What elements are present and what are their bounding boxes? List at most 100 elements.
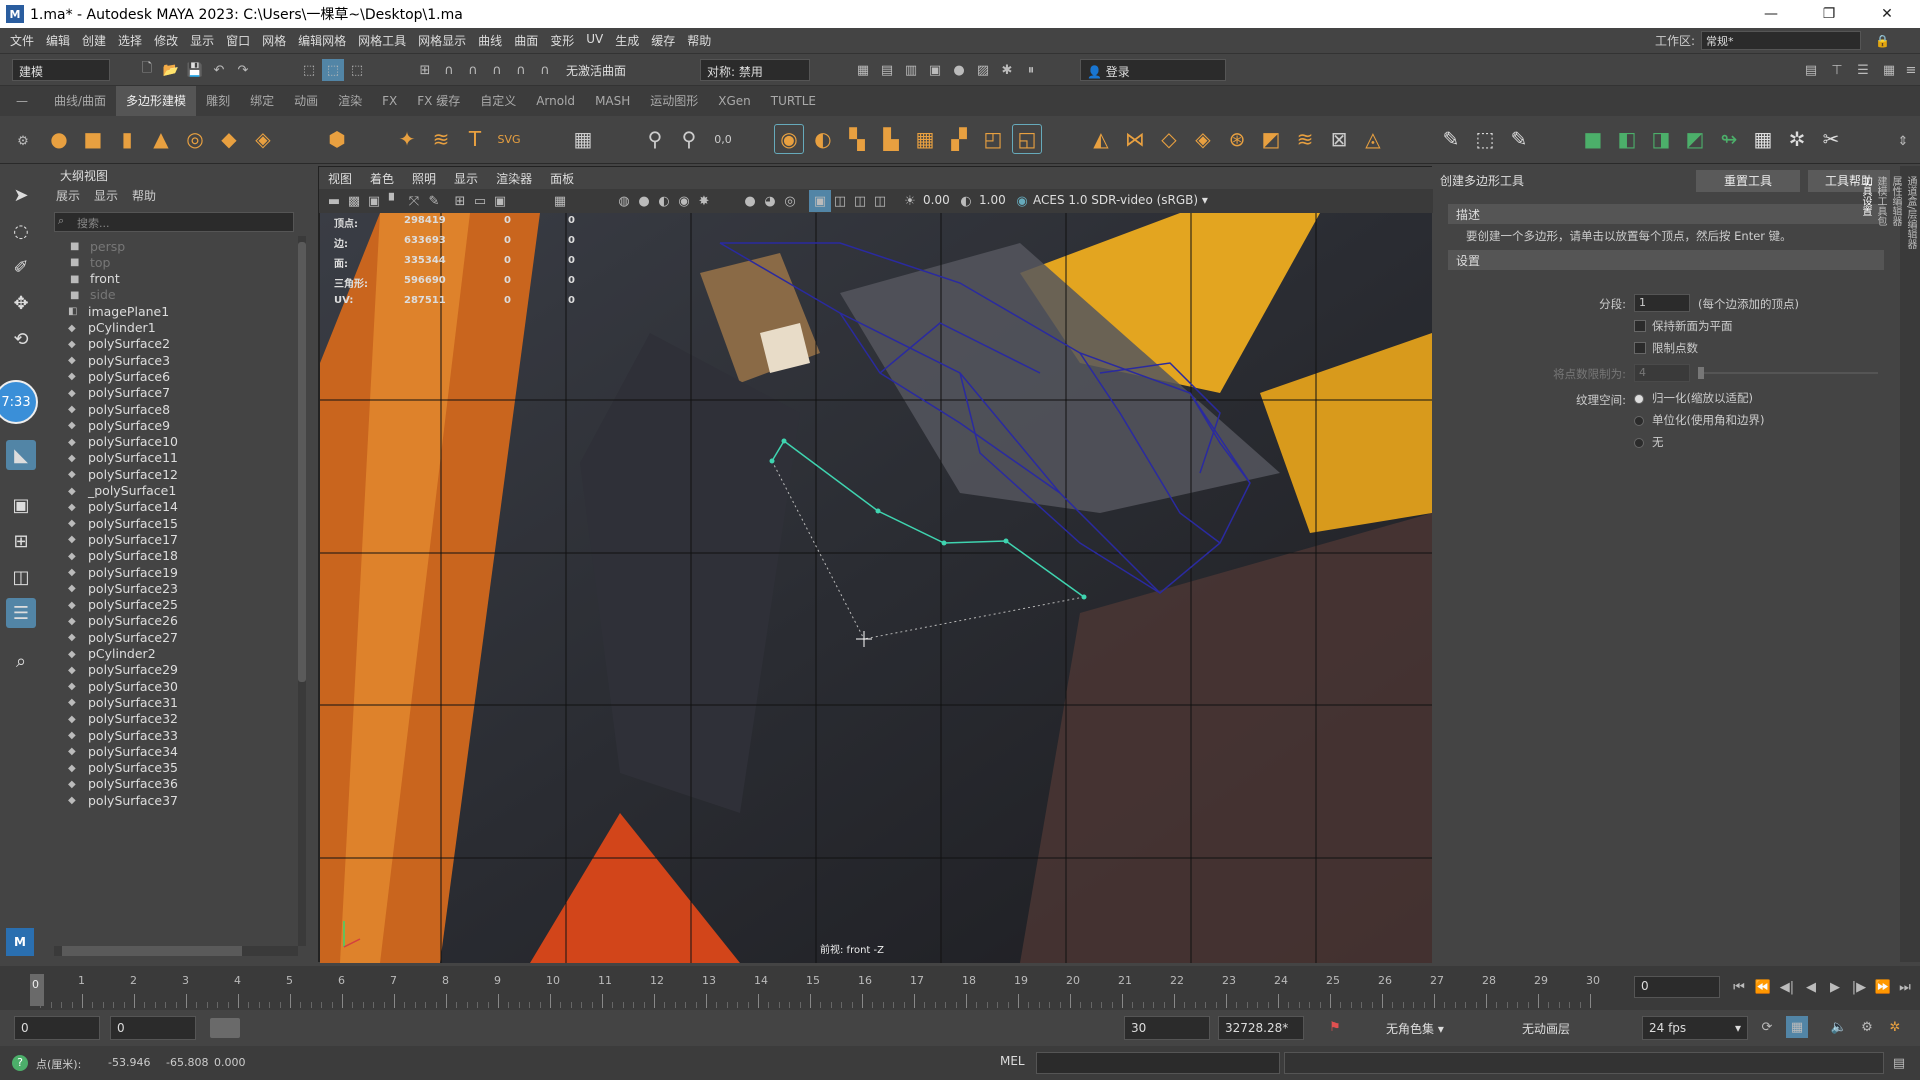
command-input[interactable] xyxy=(1036,1052,1280,1074)
poly-cone-icon[interactable]: ▲ xyxy=(146,124,176,154)
uv-editor-icon[interactable]: ✎ xyxy=(1436,124,1466,154)
poly-helix-icon[interactable]: ≋ xyxy=(426,124,456,154)
outliner-search-input[interactable]: 搜索... xyxy=(54,212,294,232)
shelf-tab[interactable]: 渲染 xyxy=(328,86,372,116)
checker-icon[interactable]: ▦ xyxy=(1748,124,1778,154)
poly-platonic-icon[interactable]: ⬢ xyxy=(322,124,352,154)
shelf-tab[interactable]: 自定义 xyxy=(470,86,526,116)
default-material-icon[interactable]: ◐ xyxy=(653,190,675,212)
snap-point-icon[interactable]: ∩ xyxy=(462,59,484,81)
radio-button[interactable] xyxy=(1634,393,1644,404)
zoom-icon[interactable]: ⌕ xyxy=(6,646,36,676)
extract-icon[interactable]: ◩ xyxy=(1256,124,1286,154)
snap-surface-icon[interactable]: ∩ xyxy=(510,59,532,81)
mirror-icon[interactable]: ⚲ xyxy=(640,124,670,154)
shelf-tab[interactable]: TURTLE xyxy=(761,86,826,116)
outliner-hscrollbar[interactable] xyxy=(54,946,298,956)
four-pane-icon[interactable]: ⊞ xyxy=(6,526,36,556)
save-scene-icon[interactable]: 💾 xyxy=(184,59,206,81)
camera-attr-icon[interactable]: ▩ xyxy=(343,190,365,212)
menu-item[interactable]: 网格显示 xyxy=(412,32,472,49)
separate-icon[interactable]: ≋ xyxy=(1290,124,1320,154)
auto-uv-icon[interactable]: ✎ xyxy=(1504,124,1534,154)
render-settings-icon[interactable]: ▦ xyxy=(852,59,874,81)
menu-item[interactable]: 文件 xyxy=(4,32,40,49)
bridge-icon[interactable]: ▦ xyxy=(910,124,940,154)
live-surface-field[interactable]: 无激活曲面 xyxy=(560,59,660,81)
two-pane-icon[interactable]: ◫ xyxy=(6,562,36,592)
menu-item[interactable]: UV xyxy=(580,32,609,49)
image-plane-icon[interactable]: ▘ xyxy=(383,190,405,212)
restore-icon[interactable]: ❐ xyxy=(1806,0,1852,28)
select-tool-icon[interactable]: ➤ xyxy=(6,180,36,210)
reduce-icon[interactable]: 0,0 xyxy=(708,124,738,154)
single-pane-icon[interactable]: ▣ xyxy=(6,490,36,520)
playback-start-input[interactable]: 0 xyxy=(110,1016,196,1040)
ambient-occlusion-icon[interactable]: ◕ xyxy=(759,190,781,212)
menu-item[interactable]: 曲线 xyxy=(472,32,508,49)
side-tab[interactable]: 通道盒/层编辑器 xyxy=(1903,176,1918,249)
side-tab[interactable]: 工具设置 xyxy=(1858,176,1873,249)
character-set-dropdown[interactable]: 无角色集 ▾ xyxy=(1380,1016,1508,1040)
radio-button[interactable] xyxy=(1634,415,1644,426)
side-tab[interactable]: 属性编辑器 xyxy=(1888,176,1903,249)
play-backward-icon[interactable]: ◀ xyxy=(1800,976,1822,998)
menu-item[interactable]: 选择 xyxy=(112,32,148,49)
render-frame-icon[interactable]: ▤ xyxy=(876,59,898,81)
viewport-menu-item[interactable]: 着色 xyxy=(361,170,403,187)
grease-pencil-icon[interactable]: ✎ xyxy=(423,190,445,212)
ipr-render-icon[interactable]: ▥ xyxy=(900,59,922,81)
menu-item[interactable]: 网格 xyxy=(256,32,292,49)
shelf-tab[interactable]: FX 缓存 xyxy=(407,86,470,116)
uv-shell-icon[interactable]: ✂ xyxy=(1816,124,1846,154)
combine-icon[interactable]: ▦ xyxy=(568,124,598,154)
texture-space-option[interactable]: 归一化(缩放以适配) xyxy=(1634,390,1753,406)
texture-space-option[interactable]: 单位化(使用角和边界) xyxy=(1634,412,1764,428)
grid-toggle-icon[interactable]: ⊞ xyxy=(449,190,471,212)
help-icon[interactable]: ? xyxy=(12,1055,28,1071)
description-header[interactable]: 描述 xyxy=(1448,204,1884,224)
sound-icon[interactable]: 🔈 xyxy=(1828,1016,1850,1038)
straighten-uv-icon[interactable]: ↬ xyxy=(1714,124,1744,154)
render-icon[interactable]: ▨ xyxy=(972,59,994,81)
shelf-tab[interactable]: 绑定 xyxy=(240,86,284,116)
sweep-mesh-icon[interactable]: ✦ xyxy=(392,124,422,154)
poly-sphere-icon[interactable]: ● xyxy=(44,124,74,154)
isolate-select-icon[interactable]: ▣ xyxy=(809,190,831,212)
shelf-tab[interactable]: 多边形建模 xyxy=(116,86,197,116)
go-to-end-icon[interactable]: ⏭ xyxy=(1894,976,1916,998)
smooth-shade-icon[interactable]: ● xyxy=(633,190,655,212)
character-icon[interactable]: ✲ xyxy=(1884,1016,1906,1038)
exposure-icon[interactable]: ☀ xyxy=(899,190,921,212)
snap-grid-icon[interactable]: ⊞ xyxy=(414,59,436,81)
snap-view-icon[interactable]: ∩ xyxy=(486,59,508,81)
shelf-tab[interactable]: 曲线/曲面 xyxy=(44,86,116,116)
open-scene-icon[interactable]: 📂 xyxy=(160,59,182,81)
shelf-tab[interactable]: FX xyxy=(372,86,407,116)
bookmark-icon[interactable]: ▣ xyxy=(363,190,385,212)
limit-points-checkbox[interactable] xyxy=(1634,342,1646,354)
create-polygon-icon[interactable]: ◉ xyxy=(774,124,804,154)
reset-tool-button[interactable]: 重置工具 xyxy=(1696,170,1800,192)
menu-item[interactable]: 编辑 xyxy=(40,32,76,49)
poly-svg-icon[interactable]: SVG xyxy=(494,124,524,154)
script-editor-icon[interactable]: ▤ xyxy=(1888,1052,1910,1074)
menu-item[interactable]: 变形 xyxy=(544,32,580,49)
shelf-tab[interactable]: 动画 xyxy=(284,86,328,116)
end-time-input[interactable]: 32728.28* xyxy=(1218,1016,1304,1040)
maya-app-icon[interactable]: M xyxy=(6,928,34,956)
sew-uv-icon[interactable]: ◧ xyxy=(1612,124,1642,154)
2d-pan-icon[interactable]: ⤧ xyxy=(403,190,425,212)
viewport-menu-item[interactable]: 渲染器 xyxy=(487,170,541,187)
animation-prefs-icon[interactable]: ⚙ xyxy=(1856,1016,1878,1038)
menu-item[interactable]: 缓存 xyxy=(645,32,681,49)
poly-torus-icon[interactable]: ◎ xyxy=(180,124,210,154)
outliner-menu-item[interactable]: 帮助 xyxy=(132,186,156,206)
undo-icon[interactable]: ↶ xyxy=(208,59,230,81)
go-to-start-icon[interactable]: ⏮ xyxy=(1728,976,1750,998)
menu-item[interactable]: 帮助 xyxy=(681,32,717,49)
shelf-tab[interactable]: MASH xyxy=(585,86,640,116)
shelf-menu-icon[interactable]: — xyxy=(0,94,44,108)
minimize-icon[interactable]: — xyxy=(1748,0,1794,28)
multi-cut-icon[interactable]: ◐ xyxy=(808,124,838,154)
